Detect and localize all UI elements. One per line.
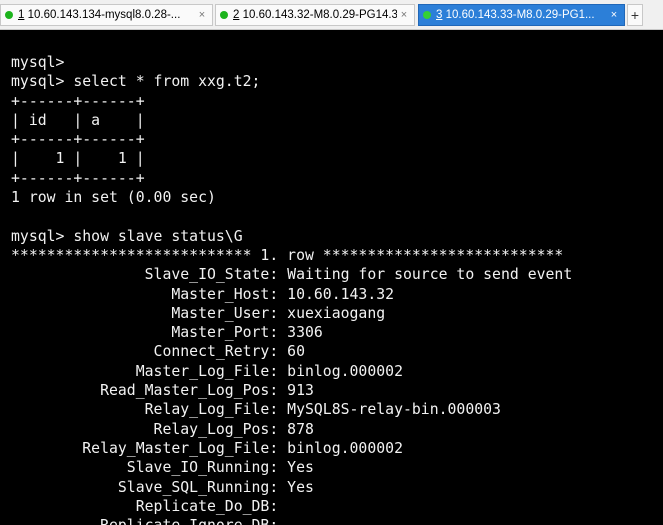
terminal-line: Master_User: xuexiaogang: [11, 304, 386, 322]
terminal-line: Master_Host: 10.60.143.32: [11, 285, 395, 303]
close-tab-icon[interactable]: ×: [607, 9, 621, 21]
close-tab-icon[interactable]: ×: [397, 9, 411, 21]
connected-status-icon: [220, 11, 228, 19]
session-tab-1[interactable]: 1 10.60.143.134-mysql8.0.28-... ×: [0, 4, 213, 26]
connected-status-icon: [423, 11, 431, 19]
tab-title: 2 10.60.143.32-M8.0.29-PG14.3: [233, 9, 397, 21]
terminal-line: Slave_SQL_Running: Yes: [11, 478, 314, 496]
connected-status-icon: [5, 11, 13, 19]
close-tab-icon[interactable]: ×: [195, 9, 209, 21]
terminal-line: Master_Port: 3306: [11, 324, 323, 342]
terminal-line: Replicate_Do_DB:: [11, 497, 279, 515]
terminal-line: +------+------+: [11, 131, 145, 149]
terminal-line: Relay_Log_Pos: 878: [11, 420, 314, 438]
terminal-line: mysql> select * from xxg.t2;: [11, 73, 261, 91]
terminal-line: Relay_Master_Log_File: binlog.000002: [11, 439, 403, 457]
terminal-line: +------+------+: [11, 92, 145, 110]
terminal-line: Read_Master_Log_Pos: 913: [11, 382, 314, 400]
terminal-line: +------+------+: [11, 169, 145, 187]
terminal-line: 1 row in set (0.00 sec): [11, 189, 216, 207]
new-tab-button[interactable]: +: [627, 4, 643, 26]
terminal-line: Slave_IO_State: Waiting for source to se…: [11, 266, 573, 284]
tab-label: 10.60.143.134-mysql8.0.28-...: [24, 9, 181, 21]
terminal-line: | 1 | 1 |: [11, 150, 145, 168]
terminal-line: | id | a |: [11, 111, 145, 129]
terminal-line: Connect_Retry: 60: [11, 343, 305, 361]
session-tab-2[interactable]: 2 10.60.143.32-M8.0.29-PG14.3 ×: [215, 4, 415, 26]
terminal-line: Replicate_Ignore_DB:: [11, 516, 663, 525]
tab-title: 1 10.60.143.134-mysql8.0.28-...: [18, 9, 195, 21]
terminal-line: *************************** 1. row *****…: [11, 246, 564, 264]
terminal-line: Relay_Log_File: MySQL8S-relay-bin.000003: [11, 401, 501, 419]
terminal-line: Master_Log_File: binlog.000002: [11, 362, 403, 380]
tab-label: 10.60.143.32-M8.0.29-PG14.3: [239, 9, 397, 21]
terminal-line: mysql> show slave status\G: [11, 227, 243, 245]
terminal-line: mysql>: [11, 54, 65, 71]
session-tab-3-active[interactable]: 3 10.60.143.33-M8.0.29-PG1... ×: [418, 4, 625, 26]
tab-bar: 1 10.60.143.134-mysql8.0.28-... × 2 10.6…: [0, 0, 663, 30]
tab-title: 3 10.60.143.33-M8.0.29-PG1...: [436, 9, 607, 21]
tab-label: 10.60.143.33-M8.0.29-PG1...: [442, 9, 595, 21]
terminal-line: Slave_IO_Running: Yes: [11, 459, 314, 477]
terminal-output[interactable]: mysql> mysql> select * from xxg.t2; +-----…: [0, 30, 663, 525]
